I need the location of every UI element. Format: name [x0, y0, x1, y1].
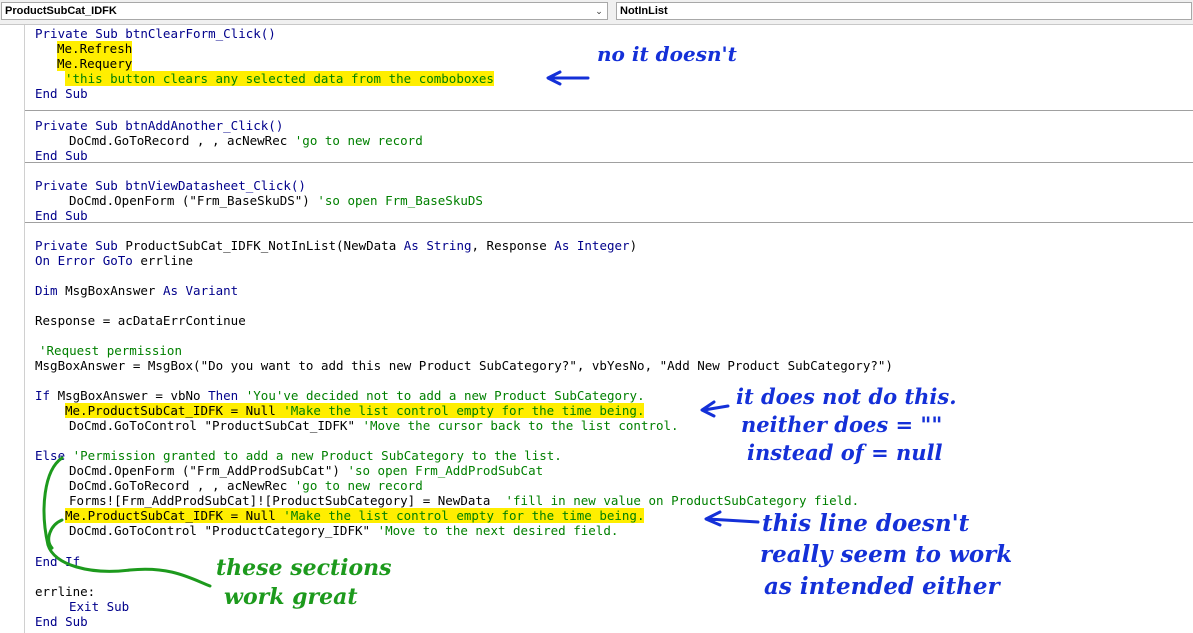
- handwritten-note: work great: [224, 584, 358, 610]
- annotation-marks: [42, 70, 760, 588]
- handwritten-note: it does not do this.: [736, 384, 957, 409]
- handwritten-note: this line doesn't: [762, 510, 970, 537]
- handwritten-note: really seem to work: [760, 541, 1013, 568]
- handwritten-note: these sections: [216, 555, 392, 581]
- handwritten-note: as intended either: [764, 573, 1000, 600]
- handwritten-note: neither does = "": [741, 412, 943, 437]
- handwritten-note: no it doesn't: [597, 42, 737, 66]
- handwritten-note: instead of = null: [747, 440, 943, 465]
